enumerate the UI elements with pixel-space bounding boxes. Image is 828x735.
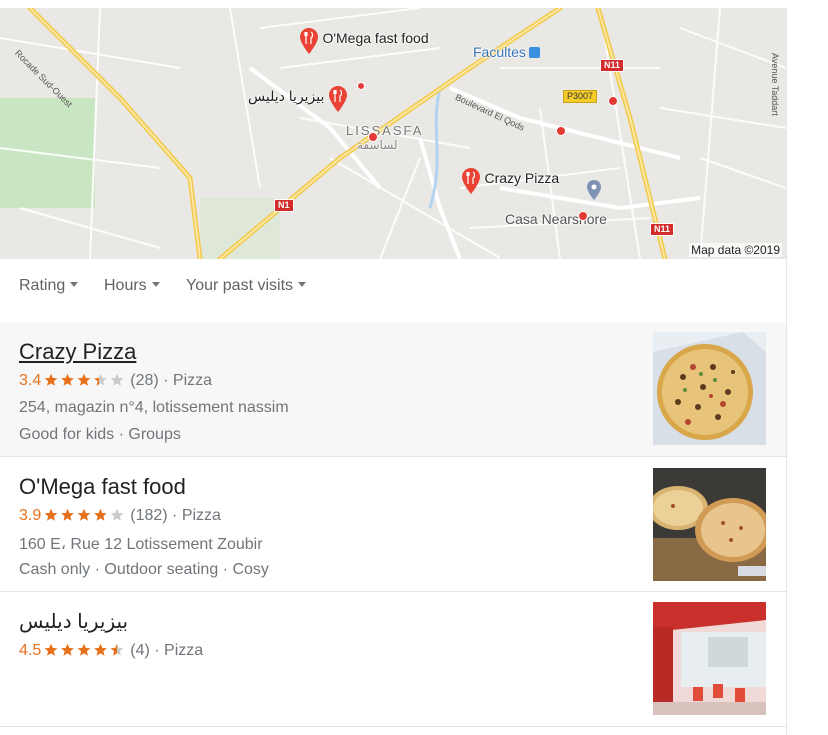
- separator: ·: [149, 642, 165, 659]
- map-dot[interactable]: [608, 96, 618, 106]
- map-credit: Map data ©2019: [689, 243, 782, 257]
- restaurant-terrace-photo[interactable]: [653, 602, 766, 715]
- review-count: (182): [130, 507, 168, 524]
- thumbnail-image: [653, 602, 766, 715]
- road-shield-p3007: P3007: [563, 90, 598, 103]
- star-icon: [61, 643, 75, 656]
- road-shield-n11: N11: [650, 223, 675, 236]
- caret-down-icon: [70, 282, 79, 287]
- map-pin-label: Crazy Pizza: [484, 170, 560, 187]
- map-dot[interactable]: [357, 82, 365, 90]
- restaurant-pin-icon: [462, 168, 480, 194]
- restaurant-pin-icon: [300, 28, 318, 54]
- star-rating-icon: [44, 508, 128, 527]
- star-icon: [61, 508, 75, 521]
- bus-icon: [528, 47, 540, 58]
- result-category: Pizza: [172, 372, 213, 389]
- map-pin-delices[interactable]: بيزيريا ديليس: [248, 86, 347, 112]
- star-icon: [44, 643, 58, 656]
- road-shield-n11: N11: [600, 59, 625, 72]
- star-rating-icon: [44, 643, 128, 662]
- map-dot[interactable]: [556, 126, 566, 136]
- map-pin-omega[interactable]: O'Mega fast food: [300, 28, 429, 54]
- result-category: Pizza: [164, 642, 204, 659]
- star-icon: [77, 508, 91, 521]
- review-count: (4): [130, 642, 150, 659]
- filter-bar: Rating Hours Your past visits: [0, 259, 786, 323]
- separator: ·: [158, 372, 173, 389]
- result-delices[interactable]: بيزيريا ديليس 4.5 (4) · Pizza: [0, 592, 786, 727]
- star-rating-icon: [44, 373, 128, 392]
- pizza-box-photo[interactable]: [653, 332, 766, 445]
- thumbnail-image: [653, 468, 766, 581]
- result-category: Pizza: [181, 507, 221, 524]
- result-attributes: Cash only · Outdoor seating · Cosy: [19, 561, 269, 578]
- filter-label: Your past visits: [186, 277, 294, 294]
- location-pin-icon: [587, 180, 601, 200]
- star-icon: [94, 508, 108, 521]
- rating-value: 3.9: [19, 507, 42, 524]
- rating-value: 3.4: [19, 372, 42, 389]
- result-rating-line: 3.9 (182) · Pizza: [19, 507, 221, 527]
- star-icon: [110, 643, 124, 656]
- road-label-avenue: Avenue Taddart: [770, 53, 780, 116]
- star-icon: [94, 643, 108, 656]
- result-rating-line: 3.4 (28) · Pizza: [19, 372, 212, 392]
- map-label-lissasfa-arabic: لساسفة: [357, 138, 398, 152]
- result-crazy-pizza[interactable]: Crazy Pizza 3.4 (28) · Pizza 254, magazin…: [0, 322, 786, 457]
- result-rating-line: 4.5 (4) · Pizza: [19, 642, 203, 662]
- thumbnail-image: [653, 332, 766, 445]
- map-pin-label: O'Mega fast food: [322, 30, 429, 47]
- filter-rating[interactable]: Rating: [19, 277, 79, 295]
- road-shield-n1: N1: [274, 199, 294, 212]
- map-dot[interactable]: [368, 132, 378, 142]
- result-address: 254, magazin n°4, lotissement nassim: [19, 399, 289, 416]
- separator: ·: [167, 507, 182, 524]
- star-icon: [77, 373, 91, 386]
- star-icon: [77, 643, 91, 656]
- result-name[interactable]: Crazy Pizza: [19, 339, 136, 365]
- restaurant-pin-icon: [328, 86, 347, 112]
- caret-down-icon: [151, 282, 160, 287]
- filter-past-visits[interactable]: Your past visits: [186, 277, 307, 295]
- map-label-casa-nearshore: Casa Nearshore: [505, 211, 607, 227]
- result-address: 160 E، Rue 12 Lotissement Zoubir: [19, 536, 263, 553]
- map-pin-crazy-pizza[interactable]: Crazy Pizza: [462, 168, 559, 194]
- filter-label: Rating: [19, 277, 66, 294]
- star-icon: [94, 373, 108, 386]
- pizzas-on-board-photo[interactable]: [653, 468, 766, 581]
- result-attributes: Good for kids · Groups: [19, 426, 181, 443]
- result-name[interactable]: بيزيريا ديليس: [19, 609, 128, 634]
- map-label-facultes: Facultes: [473, 44, 540, 60]
- rating-value: 4.5: [19, 642, 42, 659]
- map[interactable]: Rocade Sud-Ouest Boulevard El Qods Avenu…: [0, 8, 786, 259]
- review-count: (28): [130, 372, 159, 389]
- result-omega-fast-food[interactable]: O'Mega fast food 3.9 (182) · Pizza 160 E،…: [0, 457, 786, 592]
- star-icon: [44, 373, 58, 386]
- star-icon: [110, 508, 124, 521]
- filter-label: Hours: [104, 277, 147, 294]
- star-icon: [110, 373, 124, 386]
- map-dot[interactable]: [578, 211, 588, 221]
- star-icon: [44, 508, 58, 521]
- caret-down-icon: [298, 282, 307, 287]
- local-results-card: Rocade Sud-Ouest Boulevard El Qods Avenu…: [0, 8, 787, 735]
- map-label-lissasfa: LISSASFA: [346, 123, 424, 138]
- star-icon: [61, 373, 75, 386]
- result-name[interactable]: O'Mega fast food: [19, 474, 186, 500]
- map-pin-label: بيزيريا ديليس: [248, 88, 325, 105]
- filter-hours[interactable]: Hours: [104, 277, 160, 295]
